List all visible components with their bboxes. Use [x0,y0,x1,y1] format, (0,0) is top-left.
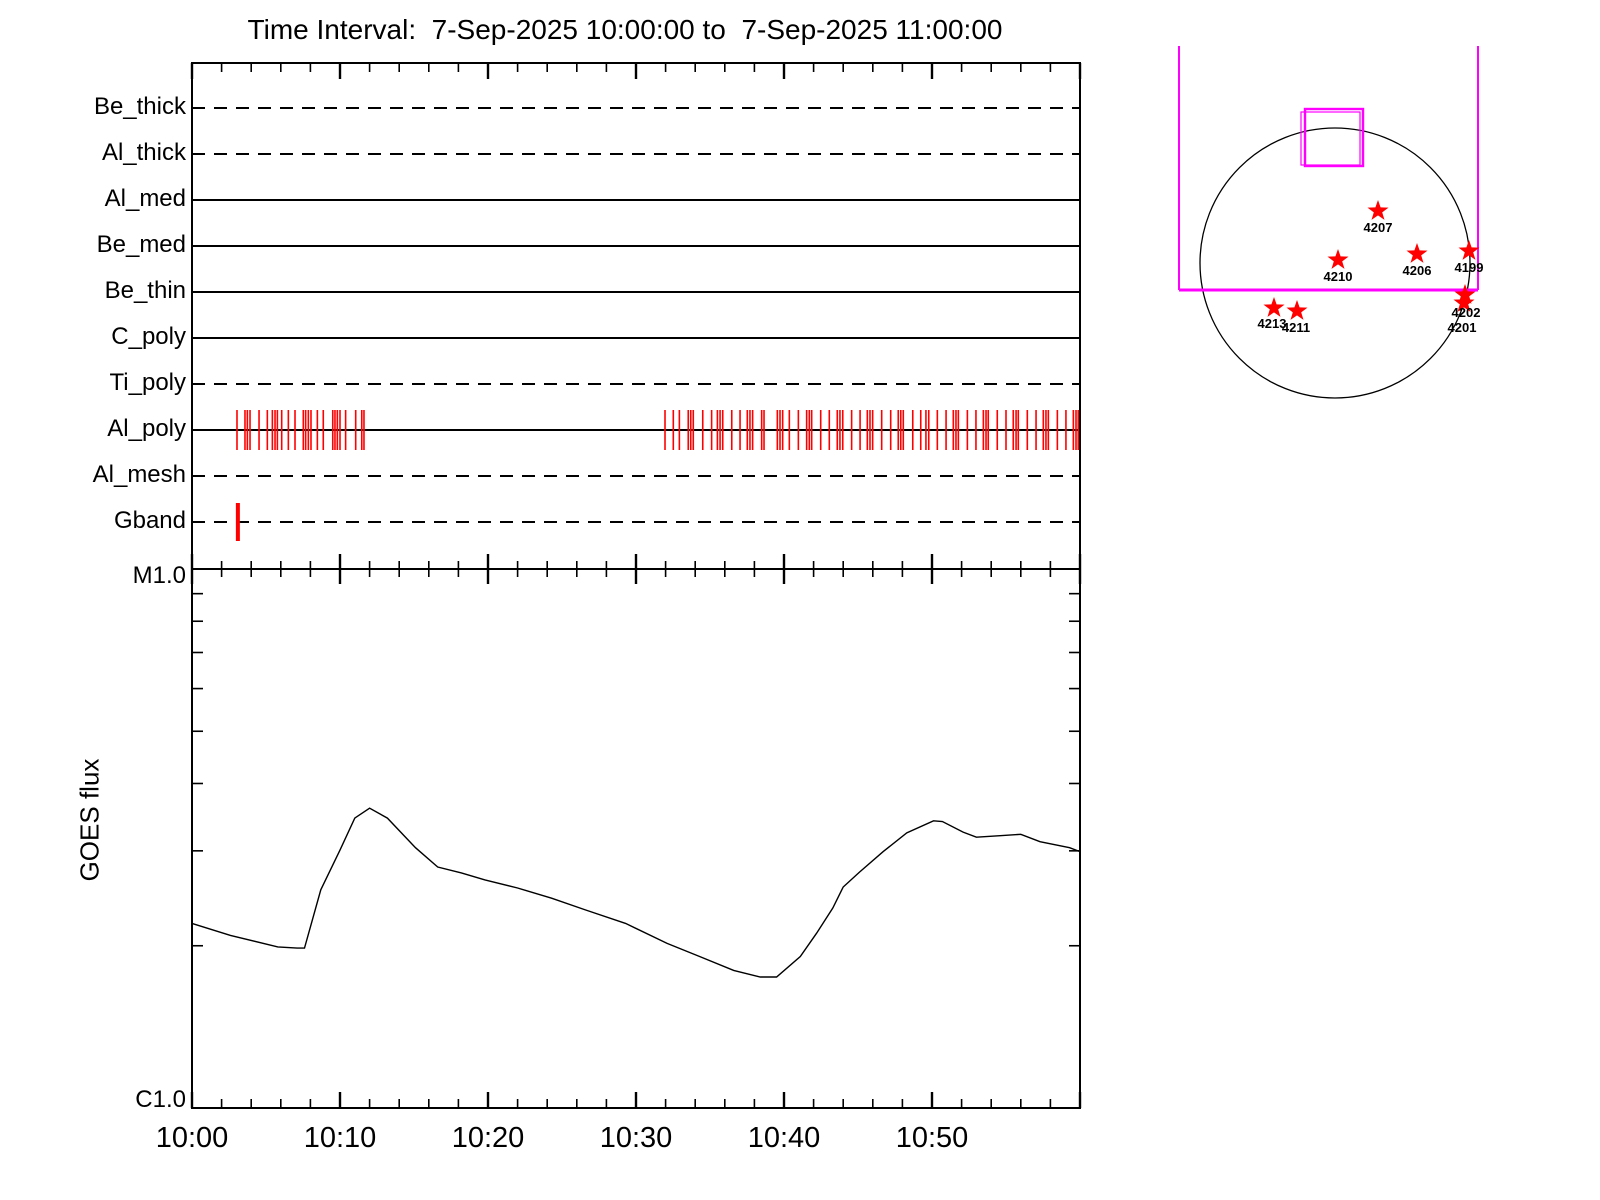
time-tick-label-10-10: 10:10 [303,1122,377,1154]
time-tick-label-10-00: 10:00 [155,1122,229,1154]
time-tick-label-10-30: 10:30 [599,1122,673,1154]
active-region-label-4207: 4207 [1363,220,1393,235]
goes-flux-axis-label: GOES flux [74,758,105,882]
filter-row-label-ti_poly: Ti_poly [109,369,186,396]
active-region-label-4206: 4206 [1402,263,1432,278]
filter-row-label-al_poly: Al_poly [107,415,186,442]
active-region-label-4201: 4201 [1447,320,1477,335]
active-region-star-4199 [1458,240,1480,260]
active-region-star-4210 [1327,249,1349,269]
active-region-label-4210: 4210 [1323,269,1353,284]
time-tick-label-10-40: 10:40 [747,1122,821,1154]
active-region-label-4213: 4213 [1257,316,1287,331]
filter-row-label-be_thin: Be_thin [104,277,186,304]
active-region-star-4211 [1286,300,1308,320]
filter-row-label-c_poly: C_poly [111,323,186,350]
active-region-star-4213 [1263,297,1285,317]
active-region-label-4202: 4202 [1451,305,1481,320]
time-tick-label-10-50: 10:50 [895,1122,969,1154]
active-region-star-4206 [1406,243,1428,263]
goes-ymin-label: C1.0 [135,1086,186,1113]
filter-row-label-al_med: Al_med [104,185,186,212]
active-region-label-4199: 4199 [1454,260,1484,275]
filter-row-label-be_med: Be_med [96,231,186,258]
filter-row-label-be_thick: Be_thick [93,93,186,120]
time-tick-label-10-20: 10:20 [451,1122,525,1154]
filter-row-label-al_thick: Al_thick [101,139,186,166]
filter-row-label-al_mesh: Al_mesh [92,461,186,488]
filter-row-label-gband: Gband [113,507,186,534]
active-region-star-4207 [1367,200,1389,220]
xrt-goes-timeline-screenshot: Time Interval: 7-Sep-2025 10:00:00 to 7-… [0,0,1600,1200]
goes-ymax-label: M1.0 [132,562,186,589]
plot-canvas [190,46,1480,1109]
